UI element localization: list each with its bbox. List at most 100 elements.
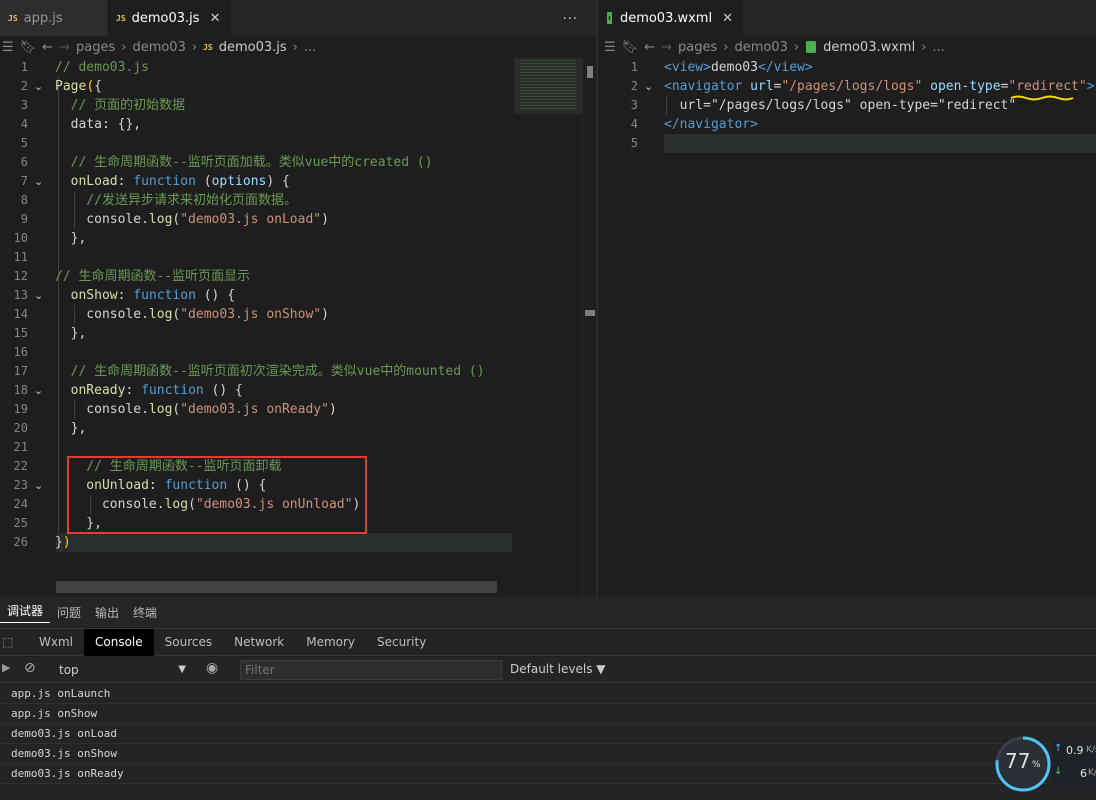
upload-unit: K/s (1086, 745, 1096, 755)
tab-wxml[interactable]: Wxml (28, 629, 84, 656)
tab-debugger[interactable]: 调试器 (0, 602, 51, 623)
breadcrumb-item[interactable]: ... (304, 40, 316, 55)
js-editor[interactable]: 1// demo03.js 2 ⌄ Page({3 // 页面的初始数据 4 data:… (0, 58, 596, 597)
code-token: // 生命周期函数--监听页面加载。类似vue中的created () (55, 155, 433, 170)
bookmark-icon[interactable]: 🔖︎ (622, 40, 639, 55)
context-select[interactable]: top ▼ (52, 660, 190, 680)
breadcrumb-item[interactable]: pages (678, 40, 717, 55)
scrollbar-marker (585, 310, 595, 316)
tab-network[interactable]: Network (223, 629, 295, 656)
perf-widget[interactable]: 77 % ↑ 0.9 K/s ↓ 6 K/s (994, 735, 1096, 793)
horizontal-scrollbar[interactable] (56, 581, 497, 593)
close-icon[interactable]: ✕ (210, 11, 221, 26)
back-arrow-icon[interactable]: ← (644, 40, 655, 55)
code-line: console.log("demo03.js onShow") (55, 305, 329, 324)
breadcrumb-item[interactable]: demo03 (132, 40, 185, 55)
line-number: 7 (20, 174, 28, 188)
vertical-scrollbar[interactable] (582, 58, 596, 597)
code-token: () { (203, 383, 243, 398)
eye-icon[interactable]: ◉ (206, 660, 218, 676)
forward-arrow-icon[interactable]: → (59, 40, 70, 55)
line-number: 13 (13, 288, 28, 302)
code-token: }, (55, 231, 87, 246)
code-token: function (133, 288, 196, 303)
code-token: "demo03.js onLoad" (180, 212, 322, 227)
scrollbar-thumb[interactable] (587, 66, 593, 78)
fold-chevron-icon[interactable]: ⌄ (34, 476, 43, 495)
code-token: : (117, 288, 134, 303)
fold-chevron-icon[interactable]: ⌄ (644, 77, 653, 96)
fold-chevron-icon[interactable]: ⌄ (34, 77, 43, 96)
line-number: 23 (13, 478, 28, 492)
line-number: 2 (20, 79, 28, 93)
code-token: function (141, 383, 204, 398)
code-line: url="/pages/logs/logs" open-type="redire… (664, 96, 1017, 115)
fold-chevron-icon[interactable]: ⌄ (34, 172, 43, 191)
tab-output[interactable]: 输出 (88, 604, 126, 621)
code-token: onReady (55, 383, 126, 398)
close-icon[interactable]: ✕ (722, 11, 733, 26)
js-file-icon: JS (8, 13, 18, 23)
clear-console-icon[interactable]: ⊘ (24, 660, 36, 676)
forward-arrow-icon[interactable]: → (661, 40, 672, 55)
tab-app-js[interactable]: JS app.js (0, 0, 108, 36)
back-arrow-icon[interactable]: ← (42, 40, 53, 55)
line-number: 24 (13, 497, 28, 511)
fold-chevron-icon[interactable]: ⌄ (34, 286, 43, 305)
fold-chevron-icon[interactable]: ⌄ (34, 381, 43, 400)
filter-input[interactable] (240, 660, 502, 680)
line-number: 3 (630, 98, 638, 112)
tab-problems[interactable]: 问题 (50, 604, 88, 621)
code-token: ) (328, 402, 337, 417)
tab-security[interactable]: Security (366, 629, 437, 656)
code-token: "redirect" (1008, 79, 1087, 94)
bookmark-icon[interactable]: 🔖︎ (20, 40, 37, 55)
tab-sources[interactable]: Sources (154, 629, 223, 656)
breadcrumb-item[interactable]: demo03.wxml (823, 40, 915, 55)
code-line: }) (55, 533, 71, 552)
sidebar-toggle-icon[interactable]: ▶ (2, 661, 10, 674)
breadcrumb-item[interactable]: demo03.js (219, 40, 287, 55)
line-number: 4 (20, 117, 28, 131)
code-line: onReady: function () { (55, 381, 243, 400)
left-breadcrumb: ☰ 🔖︎ ← → pages › demo03 › JS demo03.js › ..… (0, 36, 596, 58)
levels-select[interactable]: Default levels ▼ (510, 662, 606, 676)
tab-console[interactable]: Console (84, 628, 154, 656)
console-log-row: demo03.js onReady (0, 764, 1096, 784)
tab-terminal[interactable]: 终端 (126, 604, 164, 621)
code-token: options (211, 174, 267, 189)
code-line: </navigator> (664, 115, 758, 134)
code-token: onLoad (55, 174, 118, 189)
breadcrumb-item[interactable]: ... (932, 40, 944, 55)
code-token: function (133, 174, 196, 189)
line-number: 20 (13, 421, 28, 435)
split-icon[interactable]: ☰ (2, 40, 14, 55)
minimap[interactable] (514, 58, 582, 597)
code-token: console. (55, 402, 149, 417)
code-token: onShow (55, 288, 118, 303)
code-token: console. (55, 212, 149, 227)
code-token: //发送异步请求来初始化页面数据。 (55, 193, 297, 208)
js-file-icon: JS (203, 42, 213, 52)
more-actions-icon[interactable]: ... (563, 8, 578, 23)
inspect-icon[interactable]: ⬚ (0, 635, 28, 649)
chevron-right-icon: › (723, 39, 729, 55)
tab-demo03-wxml[interactable]: demo03.wxml ✕ (598, 0, 744, 36)
perf-stats: ↑ 0.9 K/s ↓ 6 K/s (1052, 739, 1096, 789)
split-icon[interactable]: ☰ (604, 40, 616, 55)
line-number: 22 (13, 459, 28, 473)
perf-percent: 77 (1005, 749, 1031, 773)
breadcrumb-item[interactable]: demo03 (734, 40, 787, 55)
code-token: log (148, 402, 173, 417)
line-number: 16 (13, 345, 28, 359)
wxml-file-icon (806, 41, 817, 53)
tab-label: app.js (23, 10, 63, 26)
line-number: 1 (630, 60, 638, 74)
breadcrumb-item[interactable]: pages (76, 40, 115, 55)
wxml-editor[interactable]: 1 <view>demo03</view> 2 ⌄ <navigator url="/p… (598, 58, 1096, 597)
tab-memory[interactable]: Memory (295, 629, 366, 656)
code-token: </navigator> (664, 117, 758, 132)
line-number: 18 (13, 383, 28, 397)
tab-demo03-js[interactable]: JS demo03.js ✕ (108, 0, 232, 36)
